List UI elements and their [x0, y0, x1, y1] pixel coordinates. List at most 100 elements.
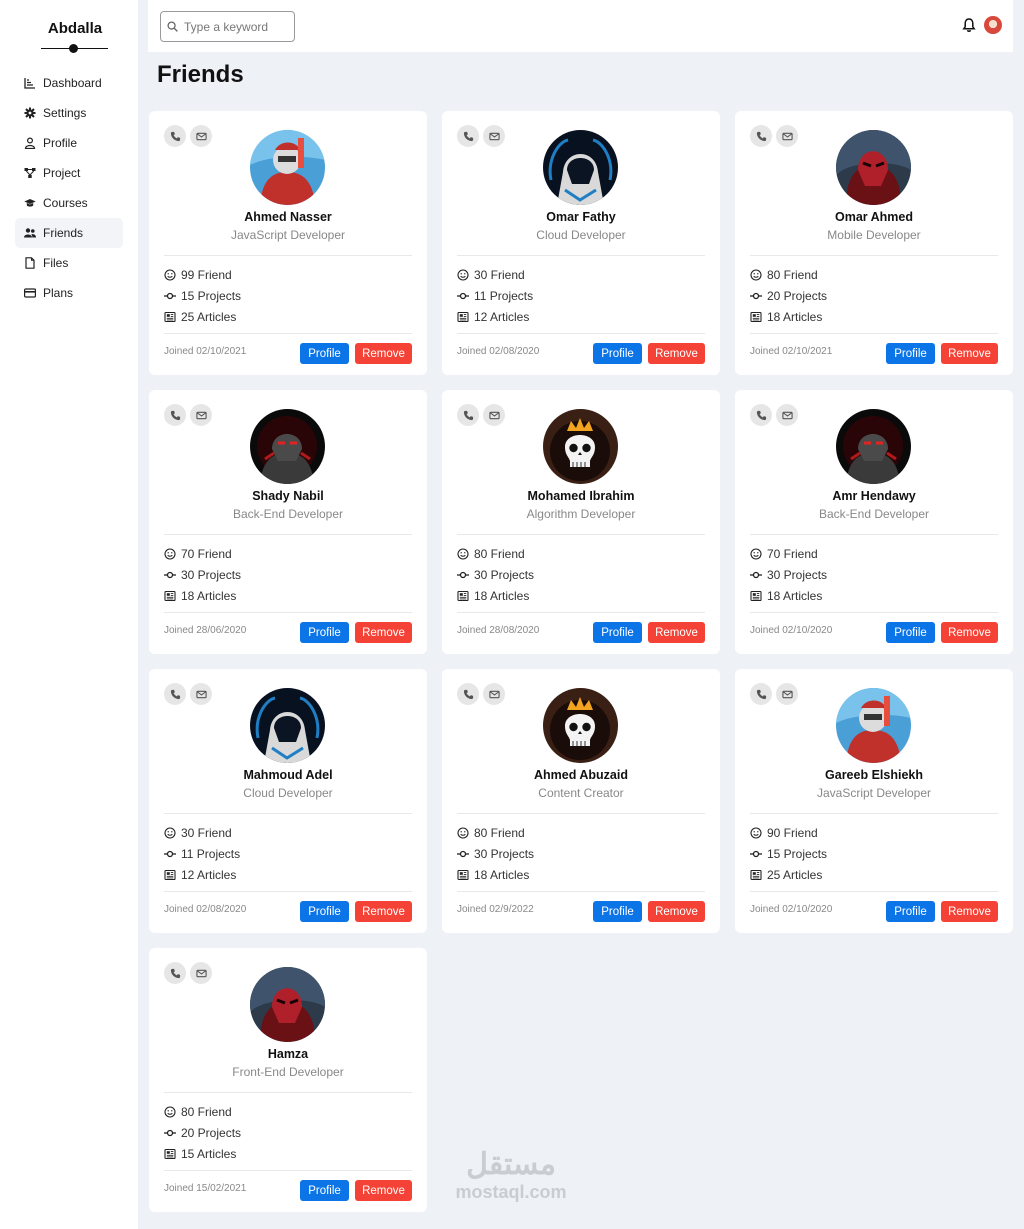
remove-button[interactable]: Remove [355, 1180, 412, 1201]
card-divider [750, 255, 998, 256]
code-commit-icon [164, 571, 176, 578]
sidebar-item-dashboard[interactable]: Dashboard [15, 68, 123, 98]
contact-actions [164, 962, 212, 984]
phone-button[interactable] [750, 404, 772, 426]
email-button[interactable] [776, 125, 798, 147]
profile-button[interactable]: Profile [300, 343, 349, 364]
stat-friends: 70 Friend [750, 543, 827, 564]
phone-button[interactable] [164, 404, 186, 426]
card-divider [750, 534, 998, 535]
email-button[interactable] [190, 404, 212, 426]
email-button[interactable] [483, 404, 505, 426]
stat-projects-value: 20 Projects [767, 288, 828, 303]
search-input[interactable] [184, 19, 284, 34]
stat-friends: 80 Friend [457, 543, 534, 564]
code-commit-icon [164, 1129, 176, 1136]
stat-projects: 20 Projects [164, 1122, 241, 1143]
sidebar-item-project[interactable]: Project [15, 158, 123, 188]
profile-button[interactable]: Profile [300, 901, 349, 922]
email-button[interactable] [776, 683, 798, 705]
phone-button[interactable] [750, 683, 772, 705]
code-commit-icon [457, 292, 469, 299]
file-icon [23, 256, 37, 270]
card-divider [164, 612, 412, 613]
joined-date: Joined 02/9/2022 [457, 904, 534, 915]
smile-icon [457, 826, 469, 839]
code-commit-icon [164, 850, 176, 857]
contact-actions [457, 125, 505, 147]
watermark-arabic: مستقل [466, 1148, 556, 1181]
phone-button[interactable] [750, 125, 772, 147]
phone-button[interactable] [164, 683, 186, 705]
sidebar-item-profile[interactable]: Profile [15, 128, 123, 158]
bell-icon[interactable] [961, 17, 977, 33]
remove-button[interactable]: Remove [941, 343, 998, 364]
stat-projects-value: 15 Projects [767, 846, 828, 861]
email-button[interactable] [190, 125, 212, 147]
code-commit-icon [457, 571, 469, 578]
envelope-icon [195, 969, 207, 977]
profile-button[interactable]: Profile [886, 343, 935, 364]
friends-grid: Ahmed Nasser JavaScript Developer 99 Fri… [149, 111, 1013, 1212]
friend-job-title: Cloud Developer [243, 786, 333, 800]
remove-button[interactable]: Remove [648, 901, 705, 922]
friend-card: Mohamed Ibrahim Algorithm Developer 80 F… [442, 390, 720, 654]
remove-button[interactable]: Remove [648, 343, 705, 364]
phone-icon [170, 968, 180, 978]
card-divider [164, 1170, 412, 1171]
email-button[interactable] [190, 962, 212, 984]
sidebar-item-courses[interactable]: Courses [15, 188, 123, 218]
friend-card: Ahmed Nasser JavaScript Developer 99 Fri… [149, 111, 427, 375]
stat-projects: 30 Projects [164, 564, 241, 585]
profile-button[interactable]: Profile [886, 901, 935, 922]
stat-friends: 99 Friend [164, 264, 241, 285]
sidebar-item-label: Plans [43, 286, 74, 300]
joined-date: Joined 28/08/2020 [457, 625, 540, 636]
red-ninja-avatar [836, 688, 911, 763]
stat-friends: 30 Friend [164, 822, 240, 843]
remove-button[interactable]: Remove [355, 622, 412, 643]
email-button[interactable] [190, 683, 212, 705]
email-button[interactable] [483, 125, 505, 147]
phone-button[interactable] [457, 683, 479, 705]
profile-button[interactable]: Profile [300, 1180, 349, 1201]
card-divider [750, 612, 998, 613]
search-box[interactable] [160, 11, 295, 42]
phone-button[interactable] [457, 404, 479, 426]
stat-friends: 80 Friend [457, 822, 534, 843]
email-button[interactable] [776, 404, 798, 426]
remove-button[interactable]: Remove [941, 622, 998, 643]
friend-card: Gareeb Elshiekh JavaScript Developer 90 … [735, 669, 1013, 933]
email-button[interactable] [483, 683, 505, 705]
sidebar-item-plans[interactable]: Plans [15, 278, 123, 308]
profile-button[interactable]: Profile [593, 901, 642, 922]
sidebar-item-settings[interactable]: Settings [15, 98, 123, 128]
remove-button[interactable]: Remove [355, 901, 412, 922]
stat-articles: 18 Articles [750, 306, 827, 327]
card-divider [457, 813, 705, 814]
envelope-icon [488, 132, 500, 140]
remove-button[interactable]: Remove [941, 901, 998, 922]
contact-actions [750, 125, 798, 147]
friend-card: Omar Ahmed Mobile Developer 80 Friend 20… [735, 111, 1013, 375]
envelope-icon [195, 411, 207, 419]
sidebar-item-label: Files [43, 256, 69, 270]
sidebar-item-files[interactable]: Files [15, 248, 123, 278]
code-commit-icon [164, 292, 176, 299]
remove-button[interactable]: Remove [648, 622, 705, 643]
phone-button[interactable] [457, 125, 479, 147]
user-avatar[interactable] [984, 16, 1002, 34]
joined-date: Joined 02/10/2021 [750, 346, 833, 357]
stat-articles-value: 15 Articles [181, 1146, 237, 1161]
phone-button[interactable] [164, 962, 186, 984]
remove-button[interactable]: Remove [355, 343, 412, 364]
stat-articles: 15 Articles [164, 1143, 241, 1164]
profile-button[interactable]: Profile [593, 622, 642, 643]
profile-button[interactable]: Profile [300, 622, 349, 643]
profile-button[interactable]: Profile [886, 622, 935, 643]
stat-articles: 18 Articles [750, 585, 827, 606]
phone-button[interactable] [164, 125, 186, 147]
newspaper-icon [750, 311, 762, 322]
profile-button[interactable]: Profile [593, 343, 642, 364]
sidebar-item-friends[interactable]: Friends [15, 218, 123, 248]
